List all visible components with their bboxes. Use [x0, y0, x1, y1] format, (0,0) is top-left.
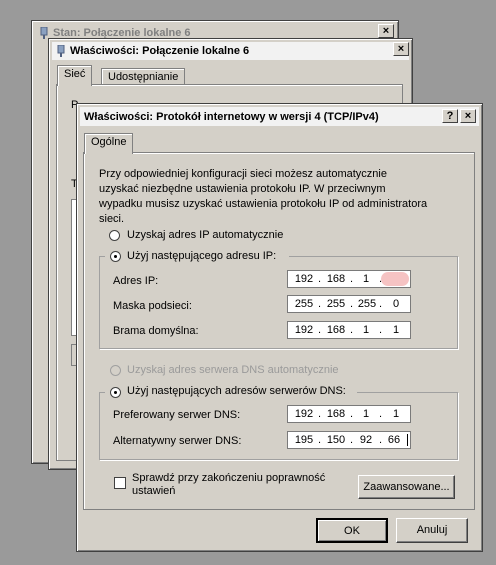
ip-address-input[interactable]: 192. 168. 1.	[287, 270, 411, 288]
subnet-octet-2: 255	[326, 298, 346, 310]
tcpip-dialog-titlebar[interactable]: Właściwości: Protokół internetowy w wers…	[80, 107, 479, 126]
dns-preferred-input[interactable]: 192. 168. 1. 1	[287, 405, 411, 423]
dns-alternate-label: Alternatywny serwer DNS:	[113, 435, 242, 447]
ip-manual-label: Użyj następującego adresu IP:	[127, 250, 277, 262]
subnet-octet-4: 0	[392, 298, 400, 310]
gateway-octet-3: 1	[362, 324, 370, 336]
subnet-input[interactable]: 255. 255. 255. 0	[287, 295, 411, 313]
properties-window-title: Właściwości: Połączenie lokalne 6	[70, 45, 250, 57]
ip-auto-radio[interactable]	[109, 230, 120, 241]
subnet-label: Maska podsieci:	[113, 300, 192, 312]
gateway-label: Brama domyślna:	[113, 325, 199, 337]
tcpip-dialog-title: Właściwości: Protokół internetowy w wers…	[84, 110, 379, 123]
dns-alt-octet-2: 150	[326, 434, 346, 446]
subnet-octet-1: 255	[294, 298, 314, 310]
advanced-button[interactable]: Zaawansowane...	[358, 475, 455, 499]
properties-window-titlebar[interactable]: Właściwości: Połączenie lokalne 6	[52, 42, 409, 60]
redaction-blob	[381, 272, 409, 286]
dns-preferred-label: Preferowany serwer DNS:	[113, 409, 241, 421]
tab-ogolne-label: Ogólne	[91, 136, 127, 148]
dns-manual-radio[interactable]	[110, 387, 121, 398]
dns-auto-label: Uzyskaj adres serwera DNS automatycznie	[127, 364, 339, 376]
dns-pref-octet-2: 168	[326, 408, 346, 420]
tcpip-dialog: Właściwości: Protokół internetowy w wers…	[76, 103, 483, 552]
gateway-octet-2: 168	[326, 324, 346, 336]
help-button[interactable]: ?	[442, 109, 458, 123]
network-icon	[56, 44, 66, 57]
ip-octet-3: 1	[362, 273, 370, 285]
description-text: Przy odpowiedniej konfiguracji sieci moż…	[99, 168, 428, 225]
dns-auto-radio[interactable]	[110, 365, 121, 376]
dns-alternate-input[interactable]: 195. 150. 92. 66	[287, 431, 411, 449]
dns-alt-octet-1: 195	[294, 434, 314, 446]
status-close-button[interactable]: ×	[378, 24, 394, 38]
ip-octet-2: 168	[326, 273, 346, 285]
tab-siec[interactable]: Sieć	[57, 65, 93, 86]
gateway-input[interactable]: 192. 168. 1. 1	[287, 321, 411, 339]
subnet-octet-3: 255	[357, 298, 377, 310]
dns-manual-label: Użyj następujących adresów serwerów DNS:	[127, 385, 346, 397]
dns-alt-octet-4: 66	[387, 434, 401, 446]
properties-close-button[interactable]: ×	[393, 42, 409, 56]
text-caret	[407, 434, 408, 446]
validate-label: Sprawdź przy zakończeniu poprawność usta…	[132, 472, 326, 497]
dns-pref-octet-3: 1	[362, 408, 370, 420]
dns-settings-group	[99, 392, 458, 460]
ip-auto-label: Uzyskaj adres IP automatycznie	[127, 229, 284, 241]
close-button[interactable]: ×	[460, 109, 476, 123]
ip-address-label: Adres IP:	[113, 275, 159, 287]
tab-udostepnianie-label: Udostępnianie	[108, 71, 179, 83]
validate-checkbox[interactable]	[114, 477, 126, 489]
dns-pref-octet-1: 192	[294, 408, 314, 420]
tab-ogolne[interactable]: Ogólne	[84, 133, 134, 154]
ip-octet-1: 192	[294, 273, 314, 285]
cancel-button[interactable]: Anuluj	[396, 518, 468, 543]
ip-manual-radio[interactable]	[110, 251, 121, 262]
gateway-octet-4: 1	[392, 324, 400, 336]
tab-siec-label: Sieć	[64, 68, 86, 80]
gateway-octet-1: 192	[294, 324, 314, 336]
ok-button[interactable]: OK	[316, 518, 388, 543]
dns-alt-octet-3: 92	[359, 434, 373, 446]
dns-pref-octet-4: 1	[392, 408, 400, 420]
